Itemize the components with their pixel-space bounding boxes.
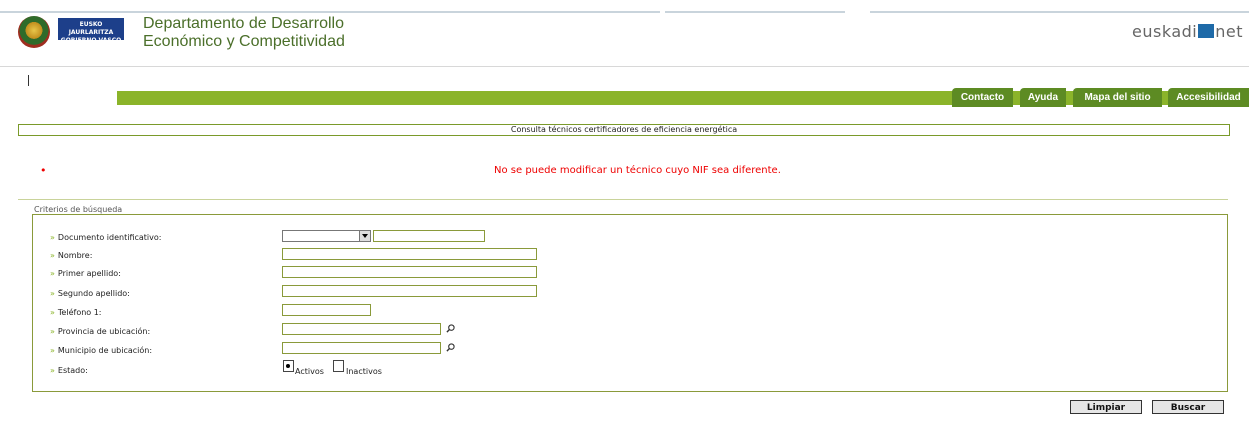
label-text: Estado:	[57, 366, 88, 375]
brand-square-icon	[1198, 24, 1215, 38]
limpiar-button[interactable]: Limpiar	[1070, 400, 1142, 414]
top-divider	[870, 11, 1249, 13]
radio-label-activos[interactable]: Activos	[295, 367, 324, 376]
form-top-divider	[18, 199, 1228, 200]
department-title[interactable]: Departamento de Desarrollo Económico y C…	[143, 15, 345, 51]
arrow-icon: »	[50, 251, 55, 260]
label-telefono: » Teléfono 1:	[50, 308, 102, 317]
error-bullet: •	[40, 164, 47, 177]
label-text: Teléfono 1:	[57, 308, 102, 317]
search-criteria-fieldset	[32, 214, 1228, 392]
label-municipio: » Municipio de ubicación:	[50, 346, 152, 355]
top-window-strip	[0, 0, 1249, 14]
telefono-input[interactable]	[282, 304, 371, 316]
arrow-icon: »	[50, 366, 55, 375]
label-text: Municipio de ubicación:	[57, 346, 153, 355]
search-criteria-legend: Criterios de búsqueda	[34, 205, 123, 214]
search-icon[interactable]	[446, 324, 455, 333]
brand-left: euskadi	[1132, 22, 1198, 41]
basque-coat-of-arms-logo	[18, 16, 50, 48]
nav-tab-accesibilidad[interactable]: Accesibilidad	[1168, 88, 1249, 107]
nav-tab-mapa-del-sitio[interactable]: Mapa del sitio	[1073, 88, 1162, 107]
chevron-down-icon[interactable]	[359, 231, 370, 241]
municipio-input[interactable]	[282, 342, 441, 354]
arrow-icon: »	[50, 308, 55, 317]
gov-badge-line2: GOBIERNO VASCO	[60, 37, 122, 44]
top-divider	[665, 11, 845, 13]
radio-selected-dot	[286, 364, 290, 368]
arrow-icon: »	[50, 327, 55, 336]
text-cursor	[28, 75, 29, 86]
arrow-icon: »	[50, 233, 55, 242]
primer-apellido-input[interactable]	[282, 266, 537, 278]
arrow-icon: »	[50, 289, 55, 298]
search-icon[interactable]	[446, 343, 455, 352]
label-text: Segundo apellido:	[57, 289, 130, 298]
label-estado: » Estado:	[50, 366, 88, 375]
buscar-button[interactable]: Buscar	[1152, 400, 1224, 414]
top-divider	[0, 11, 660, 13]
provincia-input[interactable]	[282, 323, 441, 335]
document-number-input[interactable]	[373, 230, 485, 242]
radio-label-inactivos[interactable]: Inactivos	[346, 367, 382, 376]
department-line1: Departamento de Desarrollo	[143, 15, 344, 32]
arrow-icon: »	[50, 346, 55, 355]
gobierno-vasco-badge[interactable]: EUSKO JAURLARITZA GOBIERNO VASCO	[58, 18, 124, 44]
error-message: No se puede modificar un técnico cuyo NI…	[494, 165, 781, 176]
nav-tab-ayuda[interactable]: Ayuda	[1020, 88, 1066, 107]
radio-activos[interactable]	[283, 360, 294, 372]
label-nombre: » Nombre:	[50, 251, 92, 260]
label-text: Primer apellido:	[57, 269, 121, 278]
header-divider	[0, 66, 1249, 67]
label-text: Nombre:	[57, 251, 93, 260]
label-segundo-apellido: » Segundo apellido:	[50, 289, 130, 298]
department-line2: Económico y Competitividad	[143, 33, 345, 50]
gov-badge-line1: EUSKO JAURLARITZA	[68, 21, 114, 36]
page-title: Consulta técnicos certificadores de efic…	[18, 124, 1230, 136]
label-provincia: » Provincia de ubicación:	[50, 327, 150, 336]
nombre-input[interactable]	[282, 248, 537, 260]
document-type-select[interactable]	[282, 230, 371, 242]
label-primer-apellido: » Primer apellido:	[50, 269, 121, 278]
brand-right: net	[1215, 22, 1243, 41]
arrow-icon: »	[50, 269, 55, 278]
radio-inactivos[interactable]	[333, 360, 344, 372]
label-text: Provincia de ubicación:	[57, 327, 151, 336]
nav-tab-contacto[interactable]: Contacto	[952, 88, 1013, 107]
label-documento: » Documento identificativo:	[50, 233, 161, 242]
label-text: Documento identificativo:	[57, 233, 162, 242]
euskadi-net-logo[interactable]: euskadi net	[1132, 22, 1243, 41]
segundo-apellido-input[interactable]	[282, 285, 537, 297]
